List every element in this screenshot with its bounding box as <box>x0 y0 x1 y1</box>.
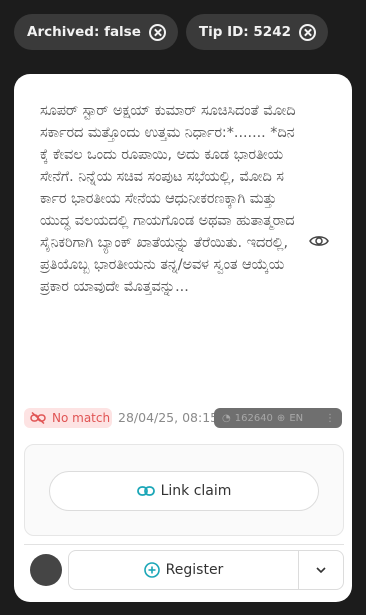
tip-date: 28/04/25, 08:15 <box>118 410 219 425</box>
link-icon <box>136 486 155 496</box>
link-off-icon <box>30 412 46 424</box>
link-claim-button[interactable]: Link claim <box>49 471 319 511</box>
status-label: No match <box>52 411 111 425</box>
chevron-down-icon <box>316 567 326 573</box>
status-badge: No match <box>24 408 112 428</box>
plus-circle-icon <box>143 562 160 578</box>
filter-chip-archived[interactable]: Archived: false <box>14 14 178 50</box>
filter-chip-label: Archived: false <box>27 24 141 40</box>
close-circle-icon[interactable] <box>298 23 316 41</box>
tip-count: 162640 <box>234 412 273 424</box>
tip-meta: No match 28/04/25, 08:15 ◔ 162640 ⊕ EN ⋮ <box>24 408 344 428</box>
divider <box>24 544 344 545</box>
tip-stats-pill: ◔ 162640 ⊕ EN ⋮ <box>214 408 342 428</box>
bottom-actions: Register <box>24 550 344 590</box>
globe-icon: ⊕ <box>276 412 286 424</box>
register-dropdown-button[interactable] <box>298 550 344 590</box>
link-claim-label: Link claim <box>160 483 232 499</box>
filter-chips: Archived: false Tip ID: 5242 <box>14 14 328 50</box>
eye-icon[interactable] <box>309 234 329 248</box>
more-vertical-icon[interactable]: ⋮ <box>325 413 335 424</box>
avatar[interactable] <box>30 554 62 586</box>
filter-chip-tip-id[interactable]: Tip ID: 5242 <box>185 14 328 50</box>
tip-language: EN <box>289 412 304 424</box>
whatsapp-icon: ◔ <box>222 412 231 424</box>
tip-card: ಸೂಪರ್ ಸ್ಟಾರ್ ಅಕ್ಷಯ್ ಕುಮಾರ್ ಸೂಚಿಸಿದಂತೆ ಮೋ… <box>14 74 352 602</box>
register-label: Register <box>165 562 224 578</box>
close-circle-icon[interactable] <box>148 23 166 41</box>
filter-chip-label: Tip ID: 5242 <box>198 24 291 40</box>
register-button[interactable]: Register <box>68 550 298 590</box>
tip-text: ಸೂಪರ್ ಸ್ಟಾರ್ ಅಕ್ಷಯ್ ಕುಮಾರ್ ಸೂಚಿಸಿದಂತೆ ಮೋ… <box>40 103 296 295</box>
link-claim-panel: Link claim <box>24 444 344 536</box>
